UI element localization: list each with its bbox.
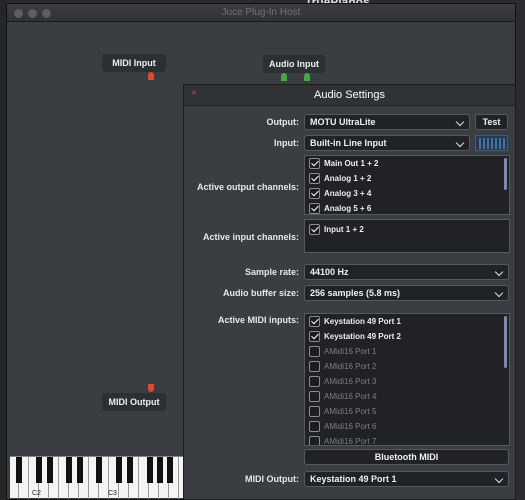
desktop-right-strip (516, 0, 525, 500)
key-label-c3: C3 (108, 490, 117, 497)
list-item[interactable]: Keystation 49 Port 2 (309, 330, 401, 345)
bluetooth-midi-button[interactable]: Bluetooth MIDI (304, 449, 509, 465)
chevron-down-icon (494, 474, 504, 484)
checkbox-unchecked[interactable] (309, 376, 320, 387)
list-item[interactable]: Analog 1 + 2 (309, 172, 371, 187)
midi-out-pin-icon[interactable] (148, 72, 154, 80)
checkbox-checked[interactable] (309, 224, 320, 235)
midi-input-node[interactable]: MIDI Input (102, 54, 166, 72)
scrollbar[interactable] (504, 316, 507, 368)
checkbox-checked[interactable] (309, 173, 320, 184)
sample-rate-label: Sample rate: (244, 267, 299, 277)
buffer-size-value: 256 samples (5.8 ms) (310, 288, 401, 298)
black-key[interactable] (77, 457, 83, 483)
checkbox-unchecked[interactable] (309, 421, 320, 432)
key-label-c2: C2 (32, 490, 41, 497)
checkbox-checked[interactable] (309, 316, 320, 327)
audio-input-node-label: Audio Input (269, 59, 319, 69)
black-key[interactable] (66, 457, 72, 483)
list-item[interactable]: Keystation 49 Port 1 (309, 315, 401, 330)
checkbox-checked[interactable] (309, 331, 320, 342)
audio-settings-window: × Audio Settings Output: MOTU UltraLite … (183, 84, 516, 500)
black-key[interactable] (127, 457, 133, 483)
black-key[interactable] (96, 457, 102, 483)
list-item[interactable]: AMidi16 Port 2 (309, 360, 376, 375)
midi-output-node[interactable]: MIDI Output (102, 393, 166, 411)
input-label: Input: (274, 138, 299, 148)
test-button[interactable]: Test (475, 114, 508, 130)
checkbox-checked[interactable] (309, 188, 320, 199)
black-key[interactable] (36, 457, 42, 483)
list-item[interactable]: AMidi16 Port 1 (309, 345, 376, 360)
output-device-value: MOTU UltraLite (310, 117, 376, 127)
active-input-channels-label: Active input channels: (202, 232, 299, 242)
bluetooth-midi-label: Bluetooth MIDI (374, 452, 439, 462)
input-device-value: Built-in Line Input (310, 138, 387, 148)
black-key[interactable] (47, 457, 53, 483)
list-item[interactable]: Analog 3 + 4 (309, 187, 371, 202)
list-item[interactable]: AMidi16 Port 6 (309, 420, 376, 435)
checkbox-checked[interactable] (309, 158, 320, 169)
audio-out-pin-left-icon[interactable] (281, 73, 287, 81)
midi-keyboard[interactable]: C2 C3 (10, 456, 183, 499)
input-device-select[interactable]: Built-in Line Input (304, 135, 470, 151)
list-item[interactable]: AMidi16 Port 7 (309, 435, 376, 445)
list-item[interactable]: Main Out 1 + 2 (309, 157, 378, 172)
test-button-label: Test (482, 117, 501, 127)
checkbox-unchecked[interactable] (309, 406, 320, 417)
buffer-size-select[interactable]: 256 samples (5.8 ms) (304, 285, 509, 301)
active-output-channels-label: Active output channels: (196, 182, 299, 192)
audio-input-node[interactable]: Audio Input (263, 55, 325, 73)
midi-input-node-label: MIDI Input (112, 58, 156, 68)
active-midi-inputs-label: Active MIDI inputs: (217, 315, 299, 325)
host-window-title: Juce Plug-In Host (221, 7, 301, 18)
midi-output-label: MIDI Output: (245, 474, 299, 484)
checkbox-unchecked[interactable] (309, 391, 320, 402)
buffer-size-label: Audio buffer size: (223, 288, 299, 298)
scrollbar[interactable] (504, 158, 507, 190)
list-item[interactable]: AMidi16 Port 5 (309, 405, 376, 420)
checkbox-unchecked[interactable] (309, 436, 320, 445)
active-output-channels-list[interactable]: Main Out 1 + 2 Analog 1 + 2 Analog 3 + 4… (304, 155, 510, 215)
active-input-channels-list[interactable]: Input 1 + 2 (304, 219, 510, 253)
audio-out-pin-right-icon[interactable] (304, 73, 310, 81)
list-item[interactable]: Analog 5 + 6 (309, 202, 371, 214)
audio-settings-title: Audio Settings (314, 89, 385, 101)
checkbox-unchecked[interactable] (309, 361, 320, 372)
checkbox-unchecked[interactable] (309, 346, 320, 357)
list-item[interactable]: AMidi16 Port 3 (309, 375, 376, 390)
midi-output-node-label: MIDI Output (108, 397, 160, 407)
midi-in-pin-icon[interactable] (148, 384, 154, 392)
chevron-down-icon (494, 267, 504, 277)
output-device-select[interactable]: MOTU UltraLite (304, 114, 470, 130)
sample-rate-select[interactable]: 44100 Hz (304, 264, 509, 280)
sample-rate-value: 44100 Hz (310, 267, 349, 277)
chevron-down-icon (494, 288, 504, 298)
black-key[interactable] (157, 457, 163, 483)
chevron-down-icon (455, 138, 465, 148)
output-label: Output: (266, 117, 299, 127)
black-key[interactable] (147, 457, 153, 483)
midi-output-select[interactable]: Keystation 49 Port 1 (304, 471, 509, 487)
midi-output-value: Keystation 49 Port 1 (310, 474, 397, 484)
host-titlebar[interactable]: Juce Plug-In Host (7, 4, 515, 22)
input-level-meter (475, 135, 508, 151)
black-key[interactable] (167, 457, 173, 483)
checkbox-checked[interactable] (309, 203, 320, 214)
audio-settings-titlebar[interactable]: × Audio Settings (184, 85, 515, 106)
active-midi-inputs-list[interactable]: Keystation 49 Port 1 Keystation 49 Port … (304, 313, 510, 446)
black-key[interactable] (116, 457, 122, 483)
list-item[interactable]: Input 1 + 2 (309, 223, 364, 238)
list-item[interactable]: AMidi16 Port 4 (309, 390, 376, 405)
chevron-down-icon (455, 117, 465, 127)
black-key[interactable] (16, 457, 22, 483)
